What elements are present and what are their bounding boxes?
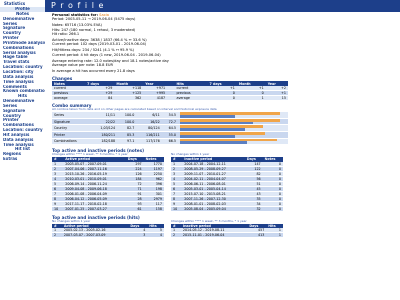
table-cell: 413 [247,232,267,239]
table-cell [167,95,175,102]
table-cell: 1 [236,95,266,102]
sidebar-heading: Statistics [4,1,26,6]
table-cell: 0 [262,206,283,212]
sidebar-nav: Profile Notes Denominative Series Signature C… [0,7,45,162]
table-cell: average [52,95,86,102]
table-cell: 158 [143,206,164,212]
table-cell: 1 [266,232,283,239]
combo-row: Signature 22/22 100.0 16/22 72.7 [52,118,288,126]
page-title: Profile [51,1,109,10]
personal-stats: Personal statistics for: Saxia Period: 2… [52,13,278,73]
table-cell: 15 [265,95,288,102]
combo-label: Printer [52,131,91,139]
combo-rate-count: 16/22 [136,118,162,126]
table-cell: 3 [128,232,148,239]
combo-notes-pct: 82.7 [117,124,137,132]
table-cell: 32 [244,206,263,212]
table-cell: 2007-01-25 - 2007-03-27 [63,206,126,212]
table-cell: 4 [147,232,164,239]
combo-rate-count: 80/124 [136,124,162,132]
periods-hits-section: Top active and inactive periods (hits) N… [52,215,396,239]
inactive-periods-block: No changes within 1 year # Inactive perio… [171,152,283,212]
combo-notes-pct: 85.3 [117,131,137,139]
combo-rate-count: 117/176 [136,138,162,146]
table-cell: 2 [52,232,62,239]
table-cell: 61 [125,206,144,212]
active-hit-periods-block: No changes within 1 year # Active period D… [52,219,164,239]
table-cell: 0 [207,95,237,102]
combo-row: Country 1,03/124 82.7 80/124 64.5 [52,124,288,132]
combo-bars [178,138,288,146]
combo-rate-pct: 72.7 [161,118,178,126]
table-row: 10 2007-01-25 - 2007-03-27 61 158 [52,206,164,212]
table-cell: 10 [171,206,183,212]
active-periods-block: Changes within **** 1 week, ** 3 months,… [52,152,164,212]
table-cell: 2005-08-04 - 2005-09-04 [182,206,245,212]
stat-hit-frequency: In average a hit has occurred every 21.8… [52,69,135,74]
table-cell: 4187 [143,95,168,102]
changes-table: Notes 7 days Month Year Hits 7 days Month Year … [52,81,288,102]
table-row: 2 2007-03-07 - 2007-03-09 3 4 [52,232,164,239]
combo-table: Series 11/11 100.0 6/11 54.5 Signature 22/22 10… [52,112,288,146]
main-content: Personal statistics for: Saxia Period: 2… [52,13,396,300]
table-row: average 84 362 4187 average 0 1 15 [52,95,288,102]
sidebar: Statistics Profile Notes Denominative Serie… [0,0,45,300]
inactive-hit-periods-table: # Inactive period Days Hits 1 2014-05-12 - 2… [171,223,283,239]
active-periods-table: # Active period Days Notes 1 2003-05-07 - 20… [52,156,164,212]
combo-rate-pct: 55.0 [161,131,178,139]
table-cell: 10 [52,206,64,212]
inactive-hit-periods-block: Changes within **** 1 week, ** 3 months,… [171,219,283,239]
combo-section: Combo summary All combos taken from data… [52,103,396,146]
table-cell: 84 [85,95,115,102]
table-cell: 2015-11-01 - 2019-06-04 [180,232,248,239]
active-hit-periods-table: # Active period Days Hits 1 2005-02-13 - 200… [52,223,164,239]
combo-label: Country [52,124,91,132]
table-row: 10 2005-08-04 - 2005-09-04 32 0 [171,206,283,212]
combo-hits: 1,03/124 [90,124,118,132]
combo-hits: 180/211 [90,131,118,139]
table-row: 2 2015-11-01 - 2019-06-04 413 1 [171,232,283,239]
combo-label: Combinations [52,138,91,146]
table-cell: 362 [114,95,144,102]
combo-row: Printer 180/211 85.3 116/211 55.0 [52,131,288,139]
combo-rate-pct: 64.5 [161,124,178,132]
sidebar-item[interactable]: Extras [0,157,45,162]
inactive-periods-table: # Inactive period Days Notes 1 2004-07-18 - … [171,156,283,212]
combo-rate-pct: 66.5 [161,138,178,146]
combo-bars [178,124,288,132]
combo-bar-rate [180,141,247,145]
changes-section: Changes Notes 7 days Month Year Hits 7 days Mo… [52,76,396,102]
combo-notes-pct: 97.1 [117,138,137,146]
combo-bars [178,118,288,126]
combo-bars [178,131,288,139]
page-header: Profile [45,0,400,12]
table-cell: 2 [171,232,181,239]
combo-rate-count: 116/211 [136,131,162,139]
combo-hits: 182/188 [90,138,118,146]
combo-notes-pct: 100.0 [117,118,137,126]
table-cell: average [174,95,208,102]
combo-label: Signature [52,118,91,126]
periods-notes-section: Top active and inactive periods (notes) … [52,148,396,212]
combo-hits: 22/22 [90,118,118,126]
table-cell: 2007-03-07 - 2007-03-09 [61,232,129,239]
combo-row: Combinations 182/188 97.1 117/176 66.5 [52,138,288,146]
